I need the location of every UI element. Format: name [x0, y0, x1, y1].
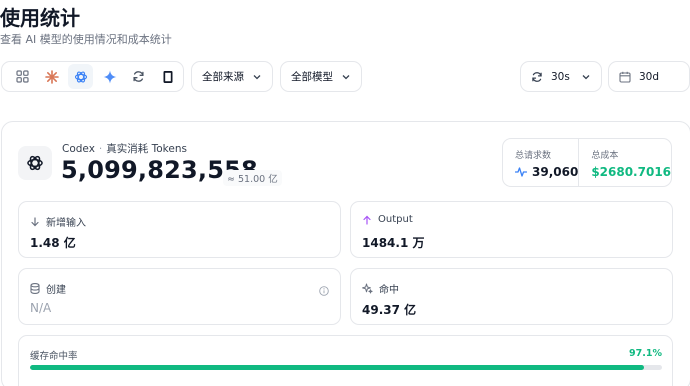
all-providers-icon — [16, 70, 29, 83]
calendar-icon — [619, 71, 631, 83]
page-subtitle: 查看 AI 模型的使用情况和成本统计 — [0, 33, 172, 46]
cost-value: $2680.7016 — [591, 165, 672, 179]
cost-summary: 总成本 $2680.7016 — [578, 139, 671, 186]
openai-app-icon — [18, 146, 52, 180]
provider-sync-button[interactable] — [126, 64, 151, 89]
cache-hit-value: 49.37 亿 — [362, 303, 417, 317]
cache-rate-progress — [30, 365, 662, 370]
requests-value: 39,060 — [532, 165, 579, 179]
output-label: Output — [378, 214, 413, 225]
openai-icon — [74, 71, 87, 82]
time-range-value: 30d — [639, 70, 660, 83]
provider-device-button[interactable] — [155, 64, 180, 89]
sparkles-icon — [362, 283, 373, 294]
metric-label: 真实消耗 Tokens — [106, 143, 187, 155]
model-select-value: 全部模型 — [291, 71, 333, 83]
cache-rate-label: 缓存命中率 — [30, 351, 78, 362]
new-input-card: 新增输入 1.48 亿 — [18, 201, 341, 258]
model-select[interactable]: 全部模型 — [280, 61, 362, 92]
summary-box: 总请求数 39,060 总成本 $2680.7016 — [502, 138, 672, 187]
refresh-icon — [531, 71, 543, 83]
requests-label: 总请求数 — [515, 151, 552, 161]
page-title: 使用统计 — [0, 6, 80, 30]
cache-create-card: 创建 N/A — [18, 268, 341, 325]
new-input-value: 1.48 亿 — [30, 236, 76, 250]
provider-claude-button[interactable] — [39, 64, 64, 89]
usage-overview-card: Codex · 真实消耗 Tokens 5,099,823,558 ≈ 51.00 … — [1, 121, 690, 386]
chevron-down-icon — [252, 72, 262, 82]
gemini-icon — [103, 70, 116, 83]
source-select[interactable]: 全部来源 — [191, 61, 273, 92]
time-range-select[interactable]: 30d — [608, 61, 690, 92]
chevron-down-icon — [581, 72, 591, 82]
chevron-down-icon — [341, 72, 351, 82]
cost-label: 总成本 — [591, 151, 619, 161]
separator: · — [98, 143, 103, 155]
provider-openai-button[interactable] — [68, 64, 93, 89]
activity-icon — [515, 167, 527, 177]
database-icon — [30, 283, 40, 294]
app-name-line: Codex · 真实消耗 Tokens — [62, 141, 187, 156]
output-card: Output 1484.1 万 — [350, 201, 673, 258]
cache-rate-progress-fill — [30, 365, 644, 370]
new-input-label: 新增输入 — [46, 218, 86, 229]
info-icon[interactable] — [319, 281, 329, 300]
output-value: 1484.1 万 — [362, 236, 425, 250]
provider-all-button[interactable] — [10, 64, 35, 89]
source-select-value: 全部来源 — [202, 71, 244, 83]
total-tokens-approx: ≈ 51.00 亿 — [223, 170, 282, 186]
arrow-up-icon — [363, 215, 371, 225]
provider-filter-group — [1, 61, 184, 92]
requests-summary: 总请求数 39,060 — [503, 139, 578, 186]
sync-provider-icon — [133, 71, 144, 82]
cache-hit-rate-card: 缓存命中率 97.1% — [18, 335, 673, 386]
app-name: Codex — [62, 143, 95, 155]
arrow-down-icon — [31, 216, 39, 226]
cache-hit-card: 命中 49.37 亿 — [350, 268, 673, 325]
claude-icon — [44, 69, 59, 84]
refresh-interval-value: 30s — [551, 70, 570, 83]
cache-hit-label: 命中 — [379, 285, 399, 296]
cache-create-value: N/A — [30, 301, 52, 315]
cache-rate-percent: 97.1% — [629, 348, 662, 359]
device-icon — [163, 70, 172, 83]
provider-gemini-button[interactable] — [97, 64, 122, 89]
refresh-interval-select[interactable]: 30s — [520, 61, 602, 92]
cache-create-label: 创建 — [46, 285, 66, 296]
